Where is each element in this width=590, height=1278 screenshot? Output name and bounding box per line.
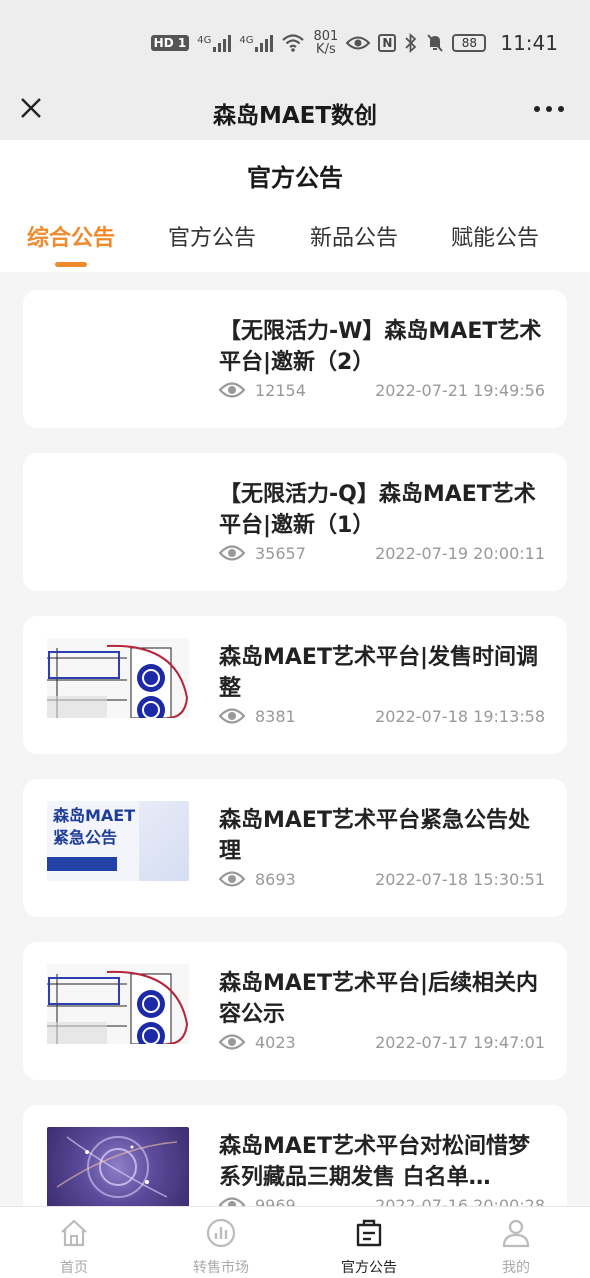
bluetooth-icon xyxy=(405,33,417,53)
publish-date: 2022-07-19 20:00:11 xyxy=(375,543,545,563)
bottom-tab-bar: 首页 转售市场 官方公告 我的 xyxy=(0,1206,590,1278)
announcement-title: 森岛MAET艺术平台紧急公告处理 xyxy=(219,808,530,864)
art-poster-image xyxy=(47,638,189,718)
publish-date: 2022-07-18 15:30:51 xyxy=(375,869,545,889)
eye-icon xyxy=(219,708,245,724)
clock: 11:41 xyxy=(500,31,558,55)
view-count: 8693 xyxy=(255,869,296,889)
view-count: 35657 xyxy=(255,543,306,563)
network-type-2: 4G xyxy=(239,35,254,46)
wifi-icon xyxy=(282,34,305,52)
announcement-card[interactable]: 【无限活力-Q】森岛MAET艺术平台|邀新（1） 35657 2022-07-1… xyxy=(23,453,567,591)
profile-icon xyxy=(502,1219,530,1248)
tab-new-products[interactable]: 新品公告 xyxy=(284,220,424,252)
category-tabs: 综合公告 官方公告 新品公告 赋能公告 xyxy=(0,220,590,268)
mute-bell-icon xyxy=(427,34,444,52)
more-icon[interactable] xyxy=(534,94,564,124)
thumbnail-caption-line: 森岛MAET xyxy=(53,806,136,825)
view-count: 12154 xyxy=(255,380,306,400)
publish-date: 2022-07-21 19:49:56 xyxy=(375,380,545,400)
close-icon[interactable] xyxy=(18,95,44,121)
announcement-title: 【无限活力-Q】森岛MAET艺术平台|邀新（1） xyxy=(219,482,536,538)
announcement-card[interactable]: 【无限活力-W】森岛MAET艺术平台|邀新（2） 12154 2022-07-2… xyxy=(23,290,567,428)
home-icon xyxy=(61,1219,87,1247)
hd-sim-label: 1 xyxy=(177,36,187,50)
decorative-bar xyxy=(47,857,117,871)
battery-icon: 88 xyxy=(452,34,487,52)
announcement-card[interactable]: 森岛MAET艺术平台|后续相关内容公示 4023 2022-07-17 19:4… xyxy=(23,942,567,1080)
tabbar-item-home[interactable]: 首页 xyxy=(0,1207,148,1278)
announcement-thumbnail xyxy=(47,638,189,718)
announcement-title: 森岛MAET艺术平台|发售时间调整 xyxy=(219,645,538,701)
tabbar-item-profile[interactable]: 我的 xyxy=(442,1207,590,1278)
announcement-meta: 8381 2022-07-18 19:13:58 xyxy=(219,704,545,728)
status-bar: HD 1 4G 4G 801 K/s N 88 11:41 xyxy=(0,0,590,86)
tabbar-label: 我的 xyxy=(502,1260,530,1276)
navbar: 森岛MAET数创 xyxy=(0,86,590,140)
tabbar-item-announcements[interactable]: 官方公告 xyxy=(295,1207,443,1278)
market-chart-icon xyxy=(206,1218,236,1248)
view-count: 4023 xyxy=(255,1032,296,1052)
announcement-meta: 12154 2022-07-21 19:49:56 xyxy=(219,378,545,402)
announcement-meta: 35657 2022-07-19 20:00:11 xyxy=(219,541,545,565)
announcement-meta: 8693 2022-07-18 15:30:51 xyxy=(219,867,545,891)
announcement-thumbnail: 森岛MAET 紧急公告 xyxy=(47,801,189,881)
hd-voice-badge: HD 1 xyxy=(150,35,190,51)
signal-icon: 4G xyxy=(197,34,232,52)
announcement-meta: 4023 2022-07-17 19:47:01 xyxy=(219,1030,545,1054)
announcement-card[interactable]: 森岛MAET艺术平台|发售时间调整 8381 2022-07-18 19:13:… xyxy=(23,616,567,754)
announcement-thumbnail xyxy=(47,475,189,555)
active-tab-indicator xyxy=(55,262,87,267)
artwork-image xyxy=(56,1136,178,1198)
signal-icon-2: 4G xyxy=(239,34,274,52)
publish-date: 2022-07-17 19:47:01 xyxy=(375,1032,545,1052)
eye-icon xyxy=(219,545,245,561)
tabbar-label: 首页 xyxy=(60,1260,88,1276)
thumbnail-caption-line: 紧急公告 xyxy=(53,828,118,847)
announcement-icon xyxy=(356,1219,382,1247)
network-speed: 801 K/s xyxy=(313,30,338,56)
announcement-title: 森岛MAET艺术平台|后续相关内容公示 xyxy=(219,971,538,1027)
eye-icon xyxy=(219,871,245,887)
nfc-icon: N xyxy=(378,34,397,52)
network-speed-unit: K/s xyxy=(316,42,336,57)
announcement-title: 【无限活力-W】森岛MAET艺术平台|邀新（2） xyxy=(219,319,542,375)
eye-icon xyxy=(219,382,245,398)
announcement-thumbnail xyxy=(47,1127,189,1207)
tabbar-item-market[interactable]: 转售市场 xyxy=(147,1207,295,1278)
view-count: 8381 xyxy=(255,706,296,726)
app-title: 森岛MAET数创 xyxy=(212,103,378,129)
announcement-card[interactable]: 森岛MAET 紧急公告 森岛MAET艺术平台紧急公告处理 8693 2022-0… xyxy=(23,779,567,917)
tab-empowerment[interactable]: 赋能公告 xyxy=(425,220,565,252)
announcement-thumbnail xyxy=(47,964,189,1044)
hd-label: HD xyxy=(153,36,174,50)
eye-icon xyxy=(219,1034,245,1050)
tabbar-label: 官方公告 xyxy=(341,1260,397,1276)
thumbnail-caption: 森岛MAET 紧急公告 xyxy=(53,805,135,849)
announcement-thumbnail xyxy=(47,312,189,392)
tab-official[interactable]: 官方公告 xyxy=(142,220,282,252)
network-type-1: 4G xyxy=(197,35,212,46)
announcement-title: 森岛MAET艺术平台对松间惜梦系列藏品三期发售 白名单… xyxy=(219,1134,530,1190)
page-header: 官方公告 综合公告 官方公告 新品公告 赋能公告 xyxy=(0,140,590,272)
page-title: 官方公告 xyxy=(247,164,343,192)
art-poster-image xyxy=(47,964,189,1044)
decorative-shape xyxy=(139,801,189,881)
eye-comfort-icon xyxy=(346,36,371,50)
tab-general[interactable]: 综合公告 xyxy=(1,220,141,252)
publish-date: 2022-07-18 19:13:58 xyxy=(375,706,545,726)
tabbar-label: 转售市场 xyxy=(193,1260,249,1276)
